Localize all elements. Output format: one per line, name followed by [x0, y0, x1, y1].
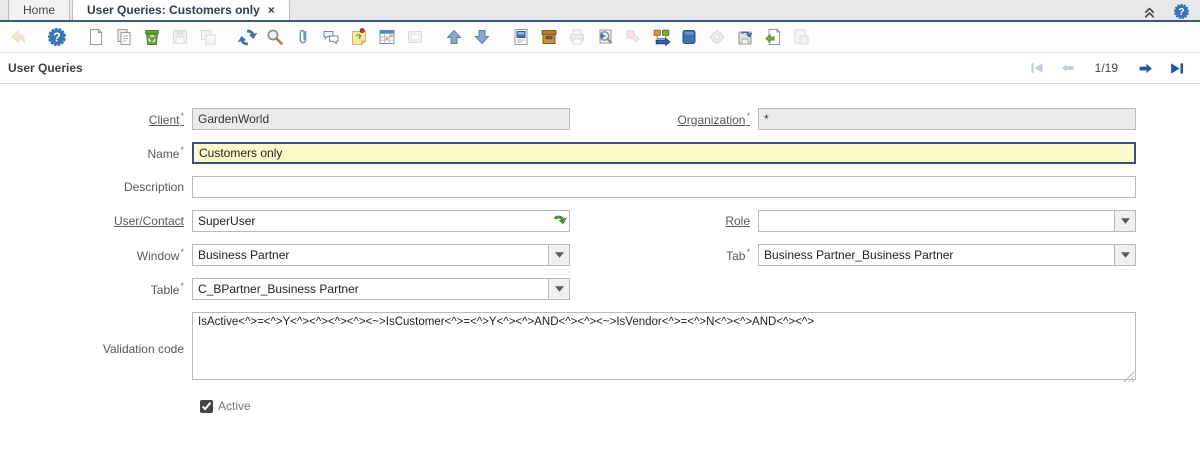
user-queries-form: Client* Organization* Name* Description …: [0, 84, 1200, 413]
export-icon[interactable]: [731, 24, 759, 50]
record-position: 1/19: [1095, 61, 1118, 75]
organization-label[interactable]: Organization*: [570, 111, 758, 127]
undo-icon[interactable]: [4, 24, 32, 50]
collapse-header-icon[interactable]: [1142, 4, 1157, 19]
archive-doc-icon[interactable]: [787, 24, 815, 50]
chevron-down-icon[interactable]: [1114, 245, 1135, 265]
tab-label: Tab*: [570, 247, 758, 263]
validation-code-label: Validation code: [0, 342, 192, 356]
request-icon[interactable]: [619, 24, 647, 50]
breadcrumb-row: User Queries 1/19: [0, 53, 1200, 84]
workflow-icon[interactable]: [647, 24, 675, 50]
window-tab-bar: Home User Queries: Customers only × ?: [0, 0, 1200, 22]
active-checkbox-label: Active: [218, 399, 251, 413]
window-field[interactable]: [193, 245, 548, 265]
delete-record-icon[interactable]: [138, 24, 166, 50]
tab-home[interactable]: Home: [8, 0, 70, 20]
process-icon[interactable]: [703, 24, 731, 50]
tab-combobox[interactable]: [758, 244, 1136, 266]
grid-toggle-icon[interactable]: [373, 24, 401, 50]
report-icon[interactable]: [507, 24, 535, 50]
copy-record-icon[interactable]: [110, 24, 138, 50]
mandatory-indicator: *: [746, 111, 750, 121]
svg-text:?: ?: [1178, 7, 1184, 18]
toolbar: ?: [0, 22, 1200, 53]
record-navigation: 1/19: [1029, 60, 1186, 77]
table-field[interactable]: [193, 279, 548, 299]
help-icon[interactable]: ?: [43, 24, 71, 50]
save-create-icon[interactable]: [194, 24, 222, 50]
table-label: Table*: [0, 281, 192, 297]
find-icon[interactable]: [261, 24, 289, 50]
archive-icon[interactable]: [535, 24, 563, 50]
detail-record-icon[interactable]: [468, 24, 496, 50]
table-combobox[interactable]: [192, 278, 570, 300]
tab-user-queries-label: User Queries: Customers only: [87, 3, 260, 17]
name-field[interactable]: [192, 142, 1136, 164]
mandatory-indicator: *: [180, 145, 184, 155]
description-field[interactable]: [192, 176, 1136, 198]
chevron-down-icon[interactable]: [548, 279, 569, 299]
window-combobox[interactable]: [192, 244, 570, 266]
refresh-icon[interactable]: [233, 24, 261, 50]
attachment-icon[interactable]: [289, 24, 317, 50]
file-import-icon[interactable]: [759, 24, 787, 50]
window-label: Window*: [0, 247, 192, 263]
new-record-icon[interactable]: [82, 24, 110, 50]
page-title: User Queries: [8, 61, 83, 75]
next-record-icon[interactable]: [1137, 60, 1154, 77]
tab-field[interactable]: [759, 245, 1114, 265]
mandatory-indicator: *: [180, 281, 184, 291]
role-label[interactable]: Role: [570, 214, 758, 228]
previous-record-icon[interactable]: [1060, 60, 1076, 76]
chevron-down-icon[interactable]: [548, 245, 569, 265]
tab-user-queries[interactable]: User Queries: Customers only ×: [72, 0, 290, 20]
name-label: Name*: [0, 145, 192, 161]
last-record-icon[interactable]: [1169, 60, 1186, 77]
lookup-icon[interactable]: [550, 212, 568, 230]
global-help-icon[interactable]: ?: [1173, 3, 1190, 20]
role-combobox[interactable]: [758, 210, 1136, 232]
csv-import-icon[interactable]: [401, 24, 429, 50]
mandatory-indicator: *: [180, 247, 184, 257]
client-field[interactable]: [192, 108, 570, 130]
role-field[interactable]: [759, 211, 1114, 231]
active-checkbox[interactable]: [200, 400, 213, 413]
mandatory-indicator: *: [746, 247, 750, 257]
chevron-down-icon[interactable]: [1114, 211, 1135, 231]
print-preview-icon[interactable]: [591, 24, 619, 50]
mandatory-indicator: *: [180, 111, 184, 121]
organization-field[interactable]: [758, 108, 1136, 130]
svg-text:?: ?: [53, 31, 61, 45]
save-icon[interactable]: [166, 24, 194, 50]
tab-home-label: Home: [23, 3, 55, 17]
client-label[interactable]: Client*: [0, 111, 192, 127]
postit-icon[interactable]: [345, 24, 373, 50]
description-label: Description: [0, 180, 192, 194]
chat-icon[interactable]: [317, 24, 345, 50]
user-contact-field[interactable]: [192, 210, 570, 232]
print-icon[interactable]: [563, 24, 591, 50]
parent-record-icon[interactable]: [440, 24, 468, 50]
tab-close-icon[interactable]: ×: [268, 4, 275, 16]
user-contact-label[interactable]: User/Contact: [0, 214, 192, 228]
validation-code-field[interactable]: [192, 312, 1136, 380]
window-icon[interactable]: [675, 24, 703, 50]
first-record-icon[interactable]: [1029, 60, 1045, 76]
